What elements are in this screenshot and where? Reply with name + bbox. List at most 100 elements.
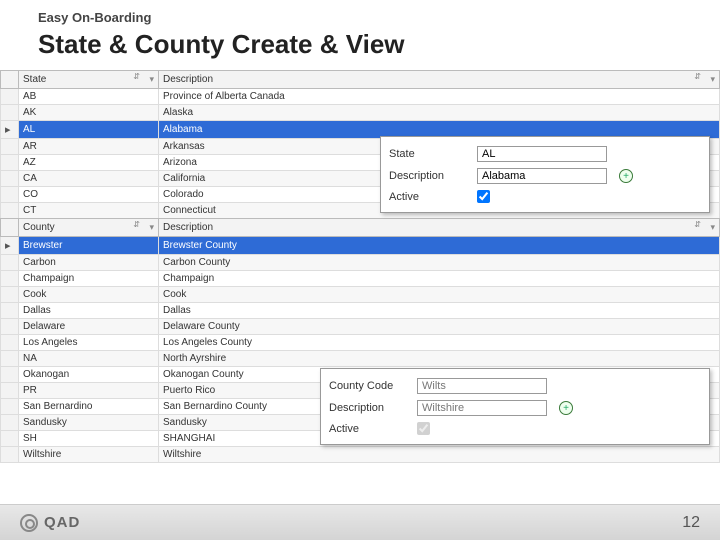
county-code-cell[interactable]: Los Angeles: [19, 335, 159, 351]
state-code-cell[interactable]: AZ: [19, 155, 159, 171]
row-selector[interactable]: [1, 187, 19, 203]
row-selector[interactable]: [1, 89, 19, 105]
current-row-icon: ▸: [5, 240, 11, 252]
filter-icon[interactable]: ▾: [149, 74, 154, 85]
county-desc-input: [417, 400, 547, 416]
county-code-cell[interactable]: Sandusky: [19, 415, 159, 431]
table-row[interactable]: DallasDallas: [1, 303, 720, 319]
row-selector[interactable]: [1, 255, 19, 271]
footer-bar: QAD 12: [0, 504, 720, 540]
state-code-input[interactable]: [477, 146, 607, 162]
filter-icon[interactable]: ▾: [710, 222, 715, 233]
brand-logo: QAD: [20, 514, 80, 532]
row-selector[interactable]: [1, 171, 19, 187]
state-code-cell[interactable]: AK: [19, 105, 159, 121]
state-code-cell[interactable]: AB: [19, 89, 159, 105]
filter-icon[interactable]: ▾: [710, 74, 715, 85]
table-row[interactable]: NANorth Ayrshire: [1, 351, 720, 367]
county-desc-cell[interactable]: North Ayrshire: [159, 351, 720, 367]
county-code-cell[interactable]: Carbon: [19, 255, 159, 271]
state-col-header[interactable]: State ⇵ ▾: [19, 71, 159, 89]
countydesc-col-header[interactable]: Description ⇵ ▾: [159, 219, 720, 237]
sort-icon[interactable]: ⇵: [694, 222, 701, 228]
state-desc-input[interactable]: [477, 168, 607, 184]
county-code-cell[interactable]: Brewster: [19, 237, 159, 255]
add-icon[interactable]: +: [619, 169, 633, 183]
add-icon[interactable]: +: [559, 401, 573, 415]
county-code-cell[interactable]: Okanogan: [19, 367, 159, 383]
row-selector[interactable]: [1, 203, 19, 219]
table-row[interactable]: CarbonCarbon County: [1, 255, 720, 271]
state-desc-cell[interactable]: Province of Alberta Canada: [159, 89, 720, 105]
county-col-header[interactable]: County ⇵ ▾: [19, 219, 159, 237]
county-active-label: Active: [329, 423, 409, 435]
sort-icon[interactable]: ⇵: [133, 74, 140, 80]
row-selector[interactable]: [1, 287, 19, 303]
county-desc-cell[interactable]: Champaign: [159, 271, 720, 287]
row-selector[interactable]: [1, 139, 19, 155]
county-code-cell[interactable]: Dallas: [19, 303, 159, 319]
page-title: State & County Create & View: [0, 27, 720, 70]
county-code-label: County Code: [329, 380, 409, 392]
sort-icon[interactable]: ⇵: [694, 74, 701, 80]
table-row[interactable]: CookCook: [1, 287, 720, 303]
county-code-cell[interactable]: Delaware: [19, 319, 159, 335]
desc-col-header[interactable]: Description ⇵ ▾: [159, 71, 720, 89]
county-desc-cell[interactable]: Dallas: [159, 303, 720, 319]
county-desc-cell[interactable]: Los Angeles County: [159, 335, 720, 351]
county-desc-cell[interactable]: Wiltshire: [159, 447, 720, 463]
state-desc-cell[interactable]: Alaska: [159, 105, 720, 121]
row-selector[interactable]: [1, 399, 19, 415]
state-col-label: State: [23, 74, 46, 85]
table-row[interactable]: DelawareDelaware County: [1, 319, 720, 335]
row-selector[interactable]: [1, 271, 19, 287]
table-row[interactable]: ChampaignChampaign: [1, 271, 720, 287]
state-code-cell[interactable]: CT: [19, 203, 159, 219]
desc-col-label: Description: [163, 74, 213, 85]
state-active-checkbox[interactable]: [477, 190, 490, 203]
row-selector[interactable]: ▸: [1, 121, 19, 139]
county-code-cell[interactable]: SH: [19, 431, 159, 447]
row-selector[interactable]: [1, 447, 19, 463]
row-selector[interactable]: [1, 351, 19, 367]
row-selector[interactable]: [1, 155, 19, 171]
row-selector[interactable]: [1, 335, 19, 351]
state-code-cell[interactable]: CO: [19, 187, 159, 203]
county-code-cell[interactable]: Wiltshire: [19, 447, 159, 463]
row-selector[interactable]: [1, 431, 19, 447]
county-desc-cell[interactable]: Cook: [159, 287, 720, 303]
county-desc-cell[interactable]: Delaware County: [159, 319, 720, 335]
row-selector[interactable]: [1, 319, 19, 335]
row-selector[interactable]: [1, 415, 19, 431]
table-row[interactable]: WiltshireWiltshire: [1, 447, 720, 463]
county-desc-cell[interactable]: Carbon County: [159, 255, 720, 271]
county-code-cell[interactable]: NA: [19, 351, 159, 367]
table-row[interactable]: ABProvince of Alberta Canada: [1, 89, 720, 105]
county-code-cell[interactable]: Cook: [19, 287, 159, 303]
row-selector[interactable]: [1, 303, 19, 319]
county-code-cell[interactable]: PR: [19, 383, 159, 399]
row-selector[interactable]: [1, 367, 19, 383]
state-code-cell[interactable]: CA: [19, 171, 159, 187]
table-row[interactable]: ▸ BrewsterBrewster County: [1, 237, 720, 255]
county-col-label: County: [23, 222, 55, 233]
row-selector[interactable]: ▸: [1, 237, 19, 255]
row-selector[interactable]: [1, 383, 19, 399]
sort-icon[interactable]: ⇵: [133, 222, 140, 228]
county-desc-label: Description: [329, 402, 409, 414]
row-selector[interactable]: [1, 105, 19, 121]
county-desc-cell[interactable]: Brewster County: [159, 237, 720, 255]
state-desc-label: Description: [389, 170, 469, 182]
state-code-cell[interactable]: AR: [19, 139, 159, 155]
logo-icon: [20, 514, 38, 532]
county-code-cell[interactable]: Champaign: [19, 271, 159, 287]
state-code-cell[interactable]: AL: [19, 121, 159, 139]
county-code-cell[interactable]: San Bernardino: [19, 399, 159, 415]
rowhead-blank: [1, 219, 19, 237]
table-row[interactable]: AKAlaska: [1, 105, 720, 121]
filter-icon[interactable]: ▾: [149, 222, 154, 233]
rowhead-blank: [1, 71, 19, 89]
table-row[interactable]: Los AngelesLos Angeles County: [1, 335, 720, 351]
state-field-label: State: [389, 148, 469, 160]
county-code-input: [417, 378, 547, 394]
